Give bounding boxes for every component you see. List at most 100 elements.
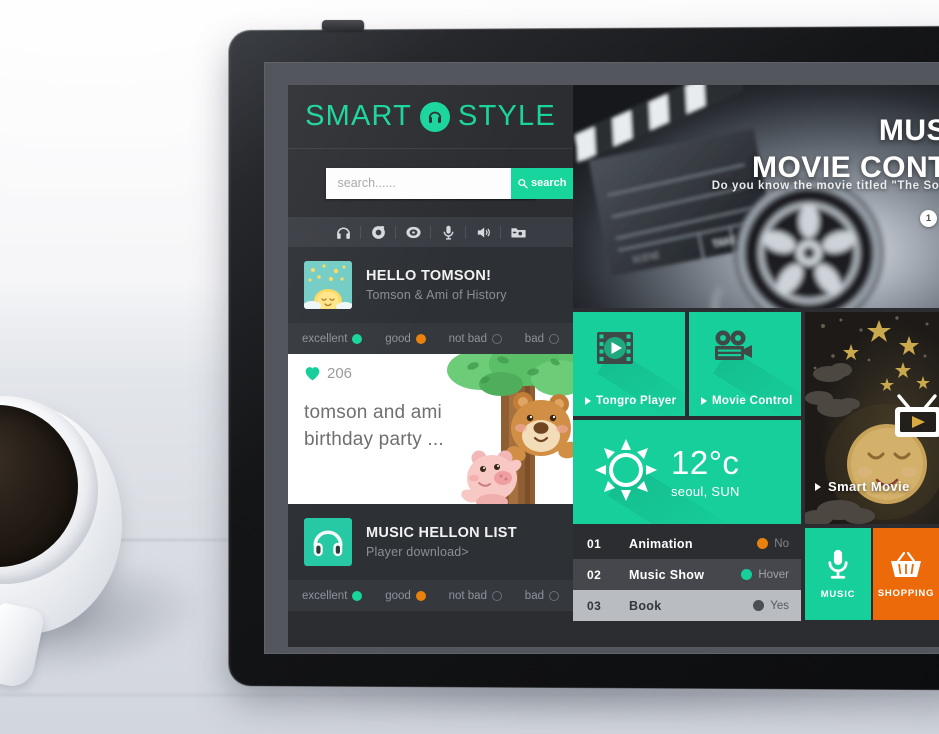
search-input[interactable] [325,167,511,199]
left-column: SMART STYLE search...... search HELLO TO… [288,85,573,647]
hello-panel-subtitle: Tomson & Ami of History [366,288,507,302]
feature-text-line2: birthday party ... [304,428,444,450]
right-column: TAKE SCENE MUS MOVIE CONT Do you know th… [573,85,939,647]
weather-tile[interactable]: 12°c seoul, SUN [573,420,801,524]
headphones-logo-icon[interactable] [420,101,451,132]
search-button-label: search [531,177,567,189]
feature-card[interactable]: 206 tomson and ami birthday party ... [288,354,573,504]
photo-folder-icon[interactable] [501,224,535,241]
rating-dot-icon [415,333,426,344]
row-state: Hover [741,569,789,581]
hello-tomson-panel[interactable]: HELLO TOMSON! Tomson & Ami of History [288,247,573,323]
row-number: 02 [587,567,602,582]
table-row[interactable]: 01 Animation No [573,528,801,559]
tile-label: Movie Control [701,395,793,407]
weather-readout: 12°c seoul, SUN [671,446,740,499]
speaker-icon[interactable] [466,224,500,241]
row-state-label: Hover [758,568,789,581]
row-title: Animation [629,536,693,551]
rating-dot-icon [491,590,502,601]
magnifier-icon [517,178,528,188]
tile-shopping[interactable]: SHOPPING [873,528,939,620]
rating-bar-bottom: excellent good not bad bad [288,580,573,611]
film-play-icon [595,330,635,371]
rating-option-bad[interactable]: bad [525,333,559,345]
tile-movie-control[interactable]: Movie Control [689,312,801,416]
heart-icon [305,367,320,381]
row-number: 03 [587,598,602,613]
feature-card-text: tomson and ami birthday party ... [304,400,444,454]
hero-subtitle: Do you know the movie titled "The Sou [711,180,939,192]
feature-text-line1: tomson and ami [304,402,442,423]
search-button[interactable]: search [510,167,573,199]
rating-dot-icon [352,333,363,344]
microphone-icon [828,549,848,579]
rating-option-good[interactable]: good [385,333,426,345]
status-dot-icon [753,600,765,611]
quick-icon-bar [288,218,573,247]
hero-banner[interactable]: TAKE SCENE MUS MOVIE CONT Do you know th… [573,85,939,308]
bottom-tile-row: MUSIC SHOPPING [805,528,939,620]
rating-dot-icon [548,590,559,601]
tile-label-text: MUSIC [820,589,856,600]
rating-dot-icon [548,333,559,344]
brand-word-style: STYLE [458,100,556,132]
rating-label: bad [524,589,544,602]
hello-panel-text: HELLO TOMSON! Tomson & Ami of History [366,268,507,302]
camera-icon[interactable] [361,224,395,241]
brand-header: SMART STYLE [288,85,573,149]
music-hellon-panel[interactable]: MUSIC HELLON LIST Player download> [288,504,573,580]
table-row[interactable]: 03 Book Yes [573,590,801,621]
play-triangle-icon [701,397,707,405]
rating-dot-icon [491,333,502,344]
like-counter: 206 [304,365,352,382]
search-bar: search [325,167,573,199]
rating-bar-top: excellent good not bad bad [288,323,573,354]
hero-pager-dot[interactable]: 1 [920,210,937,227]
tablet-screen: SMART STYLE search...... search HELLO TO… [288,85,939,647]
row-title: Book [629,598,662,613]
rating-option-not-bad[interactable]: not bad [449,333,502,345]
rating-dot-icon [352,590,363,601]
tablet-power-button[interactable] [322,20,364,30]
rating-label: good [385,589,411,602]
rating-label: not bad [448,332,487,345]
night-tile-label-text: Smart Movie [828,479,910,494]
rating-option-excellent[interactable]: excellent [302,590,363,602]
shopping-basket-icon [891,551,921,577]
rating-option-bad[interactable]: bad [525,590,559,602]
rating-label: good [385,332,411,345]
table-row[interactable]: 02 Music Show Hover [573,559,801,590]
scene: SMART STYLE search...... search HELLO TO… [0,0,939,734]
hello-panel-title: HELLO TOMSON! [366,268,492,284]
music-panel-subtitle: Player download> [366,545,469,559]
music-panel-title: MUSIC HELLON LIST [366,525,517,541]
rating-option-excellent[interactable]: excellent [302,332,363,345]
hero-title-line1: MUS [878,114,939,147]
search-zone: search [288,149,573,218]
status-dot-icon [757,538,769,549]
headphones-icon[interactable] [326,224,360,241]
night-tile-label: Smart Movie [815,479,910,494]
microphone-icon[interactable] [431,224,465,241]
weather-temperature: 12°c [671,443,740,481]
row-state-label: Yes [770,599,789,612]
tile-smart-movie[interactable]: Smart Movie [805,312,939,524]
disc-icon[interactable] [396,224,430,241]
sun-icon [595,438,657,506]
rating-option-not-bad[interactable]: not bad [449,590,502,602]
tile-music[interactable]: MUSIC [805,528,871,620]
music-panel-text: MUSIC HELLON LIST Player download> [366,525,517,559]
movie-camera-icon [711,330,753,369]
tile-label-text: SHOPPING [877,588,935,599]
row-title: Music Show [629,567,705,582]
row-state-label: No [774,537,789,550]
rating-label: not bad [448,589,487,602]
tile-label-text: Tongro Player [596,395,677,407]
row-state: No [757,538,789,550]
rating-label: excellent [302,332,348,345]
tile-tongro-player[interactable]: Tongro Player [573,312,685,416]
rating-option-good[interactable]: good [385,590,426,602]
sun-character-thumbnail [304,261,352,309]
rating-dot-icon [415,590,426,601]
